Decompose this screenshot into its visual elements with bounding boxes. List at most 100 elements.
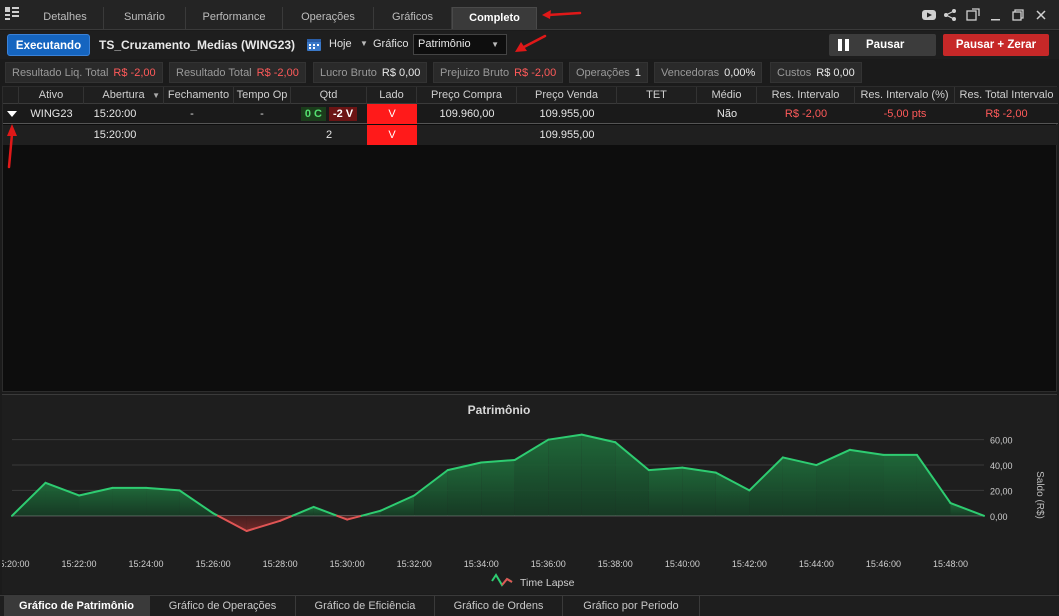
tab-detalhes[interactable]: Detalhes bbox=[27, 7, 104, 29]
cell-res-intervalo: R$ -2,00 bbox=[784, 108, 828, 120]
tab-operacoes[interactable]: Operações bbox=[283, 7, 374, 29]
col-preco-venda[interactable]: Preço Venda bbox=[517, 87, 617, 104]
status-button[interactable]: Executando bbox=[7, 34, 90, 56]
youtube-icon[interactable] bbox=[922, 8, 936, 22]
table-row[interactable]: WING23 15:20:00 - - 0 C -2 V V 109.960,00… bbox=[3, 104, 1058, 124]
tab-grafico-patrimonio[interactable]: Gráfico de Patrimônio bbox=[4, 596, 150, 616]
expand-caret-icon[interactable] bbox=[7, 111, 17, 117]
col-tempo-op[interactable]: Tempo Op bbox=[234, 87, 291, 104]
pause-button[interactable]: Pausar bbox=[829, 34, 936, 56]
stat-label: Operações bbox=[576, 67, 630, 79]
tab-bar: Detalhes Sumário Performance Operações G… bbox=[0, 0, 1059, 30]
stat-value: R$ 0,00 bbox=[816, 67, 855, 79]
share-icon[interactable] bbox=[943, 8, 957, 22]
cell-medio: Não bbox=[716, 108, 738, 120]
col-tet[interactable]: TET bbox=[617, 87, 697, 104]
area-segment bbox=[514, 439, 549, 516]
col-res-intervalo-pct[interactable]: Res. Intervalo (%) bbox=[855, 87, 955, 104]
legend-line-negative-icon bbox=[501, 577, 513, 586]
stat-resultado-total: Resultado Total R$ -2,00 bbox=[169, 62, 306, 83]
layout-icon[interactable] bbox=[5, 7, 19, 21]
chevron-down-icon: ▼ bbox=[491, 40, 499, 49]
stat-value: R$ -2,00 bbox=[256, 67, 299, 79]
col-res-intervalo[interactable]: Res. Intervalo bbox=[757, 87, 855, 104]
tab-grafico-eficiencia[interactable]: Gráfico de Eficiência bbox=[296, 596, 435, 616]
calendar-icon[interactable] bbox=[306, 37, 322, 52]
expand-column-header bbox=[3, 87, 19, 104]
restore-icon[interactable] bbox=[1011, 8, 1025, 22]
x-tick-label: 15:46:00 bbox=[866, 559, 901, 569]
equity-chart-panel: Patrimônio 15:20:00 15:22:00 15:24:00 15:26… bbox=[2, 394, 1057, 594]
period-selector[interactable]: Hoje bbox=[329, 38, 352, 50]
chart-label: Gráfico bbox=[373, 38, 409, 50]
x-tick-label: 15:28:00 bbox=[263, 559, 298, 569]
tab-completo[interactable]: Completo bbox=[452, 7, 537, 29]
area-segment bbox=[615, 442, 649, 516]
col-abertura[interactable]: Abertura ▼ bbox=[84, 87, 164, 104]
cell-fechamento: - bbox=[190, 108, 194, 120]
area-segment bbox=[883, 454, 917, 516]
x-tick-label: 15:32:00 bbox=[397, 559, 432, 569]
y-tick-label: 20,00 bbox=[990, 486, 1013, 496]
x-tick-label: 15:20:00 bbox=[2, 559, 30, 569]
area-segment bbox=[782, 457, 817, 516]
detach-window-icon[interactable] bbox=[966, 8, 980, 22]
tab-grafico-periodo[interactable]: Gráfico por Periodo bbox=[563, 596, 700, 616]
cell-qtd: 2 bbox=[325, 129, 333, 141]
col-medio[interactable]: Médio bbox=[697, 87, 757, 104]
stat-label: Resultado Total bbox=[176, 67, 252, 79]
qtd-venda-badge: -2 V bbox=[328, 107, 358, 121]
cell-abertura: 15:20:00 bbox=[93, 108, 137, 120]
stat-resultado-liq-total: Resultado Liq. Total R$ -2,00 bbox=[5, 62, 163, 83]
cell-qtd: 0 C -2 V bbox=[291, 104, 367, 124]
period-chevron-down-icon[interactable]: ▼ bbox=[360, 39, 368, 48]
stat-label: Custos bbox=[777, 67, 812, 79]
x-tick-label: 15:42:00 bbox=[732, 559, 767, 569]
y-axis-label: Saldo (R$) bbox=[1034, 471, 1045, 519]
col-res-total-intervalo[interactable]: Res. Total Intervalo bbox=[955, 87, 1058, 104]
stat-value: R$ -2,00 bbox=[113, 67, 156, 79]
stat-prejuizo-bruto: Prejuizo Bruto R$ -2,00 bbox=[433, 62, 564, 83]
cell-res-intervalo-pct: -5,00 pts bbox=[883, 108, 927, 120]
stat-value: 0,00% bbox=[724, 67, 756, 79]
col-fechamento[interactable]: Fechamento bbox=[164, 87, 234, 104]
cell-res-total-intervalo: R$ -2,00 bbox=[985, 108, 1028, 120]
col-lado[interactable]: Lado bbox=[367, 87, 417, 104]
table-header: Ativo Abertura ▼ Fechamento Tempo Op Qtd… bbox=[3, 87, 1058, 104]
tab-grafico-operacoes[interactable]: Gráfico de Operações bbox=[150, 596, 296, 616]
qtd-compra-badge: 0 C bbox=[300, 107, 326, 121]
x-tick-label: 15:24:00 bbox=[129, 559, 164, 569]
area-segment bbox=[447, 462, 482, 516]
cell-preco-venda: 109.955,00 bbox=[539, 108, 595, 120]
x-tick-label: 15:38:00 bbox=[598, 559, 633, 569]
area-segment bbox=[648, 467, 683, 516]
close-icon[interactable] bbox=[1034, 8, 1048, 22]
y-tick-label: 0,00 bbox=[990, 512, 1008, 522]
col-preco-compra[interactable]: Preço Compra bbox=[417, 87, 517, 104]
x-tick-label: 15:34:00 bbox=[464, 559, 499, 569]
tab-sumario[interactable]: Sumário bbox=[104, 7, 186, 29]
x-tick-label: 15:26:00 bbox=[196, 559, 231, 569]
col-ativo[interactable]: Ativo bbox=[19, 87, 84, 104]
tab-grafico-ordens[interactable]: Gráfico de Ordens bbox=[435, 596, 563, 616]
area-segment bbox=[146, 487, 180, 516]
y-tick-label: 40,00 bbox=[990, 461, 1013, 471]
cell-tet bbox=[617, 104, 697, 124]
area-segment bbox=[112, 487, 147, 516]
table-row-detail[interactable]: 15:20:00 2 V 109.955,00 bbox=[3, 125, 1058, 145]
tab-graficos[interactable]: Gráficos bbox=[374, 7, 452, 29]
cell-preco-compra: 109.960,00 bbox=[439, 108, 495, 120]
minimize-icon[interactable] bbox=[989, 8, 1003, 22]
equity-chart: Patrimônio 15:20:00 15:22:00 15:24:00 15:26… bbox=[2, 403, 1045, 589]
chart-title: Patrimônio bbox=[468, 403, 531, 417]
legend-label: Time Lapse bbox=[520, 577, 575, 589]
stat-operacoes: Operações 1 bbox=[569, 62, 648, 83]
x-tick-label: 15:44:00 bbox=[799, 559, 834, 569]
col-qtd[interactable]: Qtd bbox=[291, 87, 367, 104]
legend[interactable]: Time Lapse bbox=[491, 573, 575, 589]
tab-performance[interactable]: Performance bbox=[186, 7, 283, 29]
chart-type-select[interactable]: Patrimônio ▼ bbox=[413, 34, 507, 55]
x-tick-label: 15:36:00 bbox=[531, 559, 566, 569]
pause-reset-button[interactable]: Pausar + Zerar bbox=[943, 34, 1049, 56]
area-segment bbox=[414, 470, 448, 516]
